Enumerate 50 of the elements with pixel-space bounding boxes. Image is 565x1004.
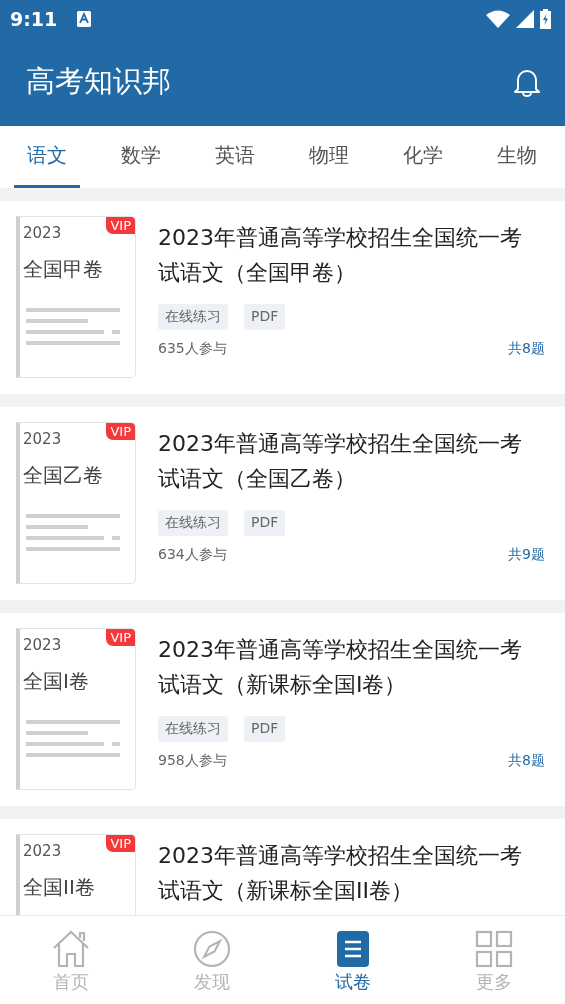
paper-tag: 在线练习 (158, 716, 228, 742)
paper-title: 2023年普通高等学校招生全国统一考试语文（新课标全国II卷） (158, 842, 523, 905)
status-time: 9:11 (10, 8, 58, 30)
subject-tab[interactable]: 语文 (14, 126, 80, 188)
subject-tab[interactable]: 生物 (470, 126, 564, 188)
nav-item[interactable]: 试卷 (282, 916, 424, 1004)
paper-tag: 在线练习 (158, 304, 228, 330)
paper-title: 2023年普通高等学校招生全国统一考试语文（新课标全国I卷） (158, 636, 523, 699)
cover-year: 2023 (23, 225, 62, 242)
paper-card[interactable]: 2023 全国II卷 VIP 2023年普通高等学校招生全国统一考试语文（新课标全国II卷） (0, 819, 565, 915)
paper-card[interactable]: 2023 全国乙卷 VIP 2023年普通高等学校招生全国统一考试语文（全国乙卷） 在线练习 PDF 634人参与 共9题 (0, 407, 565, 600)
paper-card[interactable]: 2023 全国I卷 VIP 2023年普通高等学校招生全国统一考试语文（新课标全国I卷） 在线练习 PDF 958人参与 共8题 (0, 613, 565, 806)
grid-icon (475, 930, 514, 968)
battery-icon (540, 9, 551, 29)
vip-badge: VIP (106, 423, 135, 440)
wifi-icon (486, 10, 510, 28)
vip-badge: VIP (106, 629, 135, 646)
paper-tag: 在线练习 (158, 510, 228, 536)
cover-title: 全国甲卷 (23, 256, 103, 283)
cover-year: 2023 (23, 431, 62, 448)
signal-icon (516, 10, 534, 28)
keyboard-notification-icon (77, 11, 92, 27)
question-count: 共8题 (508, 340, 545, 358)
paper-tag: PDF (244, 716, 286, 742)
participant-count: 634人参与 (158, 546, 227, 564)
participant-count: 635人参与 (158, 340, 227, 358)
participant-count: 958人参与 (158, 752, 227, 770)
app-title: 高考知识邦 (26, 63, 171, 100)
cover-title: 全国I卷 (23, 668, 89, 695)
cover-year: 2023 (23, 843, 62, 860)
cover-year: 2023 (23, 637, 62, 654)
question-count: 共9题 (508, 546, 545, 564)
subject-tab[interactable]: 物理 (282, 126, 376, 188)
bell-icon[interactable] (513, 67, 541, 97)
subject-tab[interactable]: 数学 (94, 126, 188, 188)
compass-icon (192, 930, 231, 968)
subject-tab[interactable]: 化学 (376, 126, 470, 188)
paper-card[interactable]: 2023 全国甲卷 VIP 2023年普通高等学校招生全国统一考试语文（全国甲卷） 在线练习 PDF 635人参与 共8题 (0, 201, 565, 394)
paper-tag: PDF (244, 304, 286, 330)
vip-badge: VIP (106, 835, 135, 852)
paper-tag: PDF (244, 510, 286, 536)
document-list-icon (336, 930, 371, 968)
cover-title: 全国乙卷 (23, 462, 103, 489)
subject-tab[interactable]: 英语 (188, 126, 282, 188)
cover-title: 全国II卷 (23, 874, 95, 901)
paper-title: 2023年普通高等学校招生全国统一考试语文（全国乙卷） (158, 430, 523, 493)
paper-title: 2023年普通高等学校招生全国统一考试语文（全国甲卷） (158, 224, 523, 287)
vip-badge: VIP (106, 217, 135, 234)
home-icon (51, 930, 90, 968)
question-count: 共8题 (508, 752, 545, 770)
